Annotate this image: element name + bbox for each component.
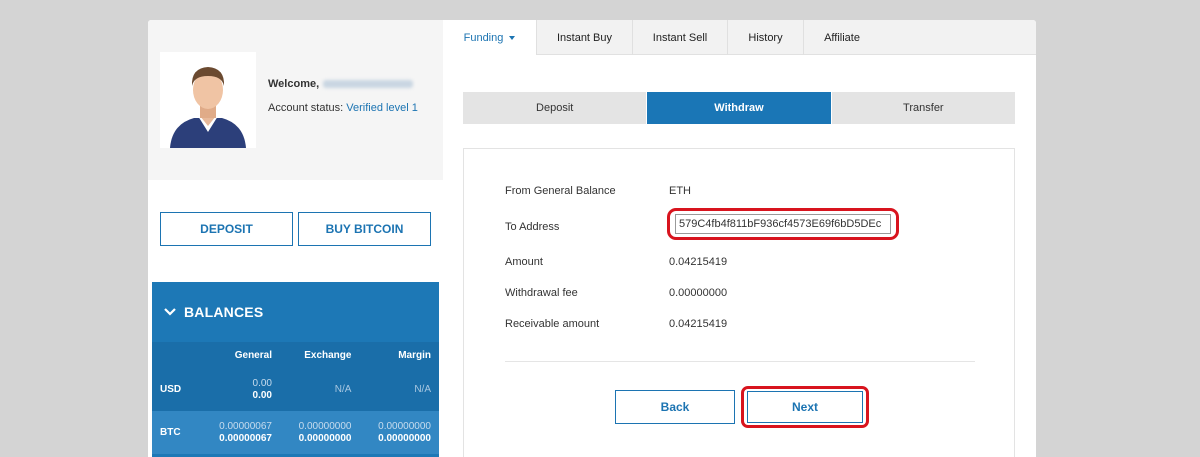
table-row: USD 0.00 0.00 N/A N/A	[152, 368, 439, 411]
exchange-cell: N/A	[279, 368, 360, 411]
avatar	[160, 52, 256, 148]
to-address-input[interactable]	[675, 214, 891, 234]
amount-label: Amount	[505, 256, 543, 268]
subtab-deposit[interactable]: Deposit	[463, 92, 647, 124]
table-row: BTC 0.00000067 0.00000067 0.00000000 0.0…	[152, 411, 439, 454]
deposit-button[interactable]: DEPOSIT	[160, 212, 293, 246]
tab-history[interactable]: History	[728, 20, 804, 55]
fee-label: Withdrawal fee	[505, 287, 578, 299]
general-total: 0.00	[252, 389, 272, 401]
currency-cell: BTC	[152, 411, 201, 454]
balances-title: BALANCES	[184, 304, 264, 320]
welcome-label: Welcome,	[268, 78, 320, 90]
from-value: ETH	[669, 185, 691, 197]
back-button[interactable]: Back	[615, 390, 735, 424]
balances-header-row: General Exchange Margin	[152, 342, 439, 368]
margin-cell: N/A	[359, 368, 439, 411]
redacted-username	[323, 80, 414, 89]
general-available: 0.00000067	[219, 420, 272, 432]
subtab-transfer[interactable]: Transfer	[831, 92, 1015, 124]
col-header-margin: Margin	[359, 342, 439, 368]
currency-cell: USD	[152, 368, 201, 411]
general-total: 0.00000067	[219, 432, 272, 444]
to-address-label: To Address	[505, 221, 560, 233]
profile-card: Welcome, Account status: Verified level …	[148, 20, 443, 180]
subtab-withdraw[interactable]: Withdraw	[647, 92, 831, 124]
col-header-exchange: Exchange	[279, 342, 360, 368]
withdraw-form: From General Balance ETH To Address Amou…	[463, 148, 1015, 457]
fee-value: 0.00000000	[669, 287, 728, 299]
general-available: 0.00	[252, 377, 272, 389]
receivable-value: 0.04215419	[669, 318, 728, 330]
account-status-link[interactable]: Verified level 1	[346, 102, 418, 114]
exchange-total: 0.00000000	[298, 432, 352, 444]
exchange-available: 0.00000000	[298, 420, 352, 432]
from-label: From General Balance	[505, 185, 616, 197]
welcome-text: Welcome,	[268, 78, 414, 90]
balances-panel: BALANCES General Exchange Margin USD 0.0…	[152, 282, 439, 457]
balances-header[interactable]: BALANCES	[152, 282, 439, 342]
divider	[505, 361, 975, 362]
exchange-cell: 0.00000000 0.00000000	[279, 411, 360, 454]
next-highlight: Next	[741, 386, 869, 428]
account-status: Account status: Verified level 1	[268, 102, 418, 114]
margin-total: 0.00000000	[378, 432, 431, 444]
amount-value: 0.04215419	[669, 256, 728, 268]
tab-affiliate[interactable]: Affiliate	[804, 20, 880, 55]
caret-down-icon	[509, 35, 516, 40]
funding-subtabs: Deposit Withdraw Transfer	[463, 92, 1015, 124]
general-cell: 0.00000067 0.00000067	[200, 411, 280, 454]
col-header-general: General	[200, 342, 280, 368]
next-button[interactable]: Next	[747, 391, 863, 423]
buy-bitcoin-button[interactable]: BUY BITCOIN	[298, 212, 431, 246]
tab-funding-label: Funding	[463, 31, 504, 44]
main-panel: Welcome, Account status: Verified level …	[148, 20, 1036, 457]
top-nav: Funding Instant Buy Instant Sell History…	[443, 20, 1036, 55]
chevron-down-icon	[164, 308, 176, 316]
balances-table: General Exchange Margin USD 0.00 0.00 N/…	[152, 342, 439, 454]
receivable-label: Receivable amount	[505, 318, 600, 330]
avatar-person-icon	[160, 52, 256, 148]
address-highlight	[667, 208, 899, 240]
tab-instant-buy[interactable]: Instant Buy	[537, 20, 633, 55]
account-status-label: Account status:	[268, 102, 344, 114]
tab-instant-sell[interactable]: Instant Sell	[633, 20, 728, 55]
margin-available: 0.00000000	[378, 420, 431, 432]
col-header-currency	[152, 342, 201, 368]
margin-cell: 0.00000000 0.00000000	[359, 411, 439, 454]
tab-funding[interactable]: Funding	[443, 20, 537, 55]
general-cell: 0.00 0.00	[200, 368, 280, 411]
